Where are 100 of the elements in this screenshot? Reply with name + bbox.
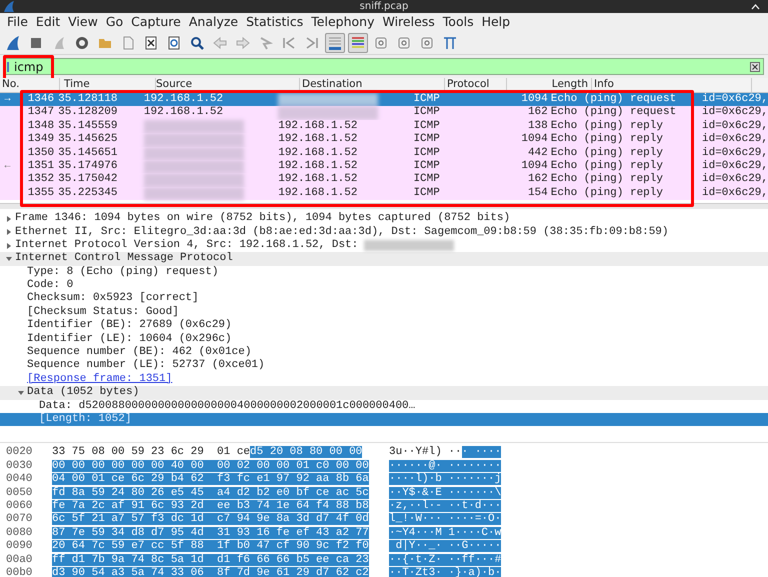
packet-row[interactable]: 1350 35.145651 192.168.1.52 ICMP 442 Echo (ping) reply id=0x6c29, — [0, 146, 768, 160]
column-header[interactable]: Length — [507, 78, 592, 92]
selected-ascii-text: · ···· — [462, 446, 502, 458]
collapsed-arrow-icon[interactable] — [6, 229, 12, 236]
selected-hex-bytes: 6c 5f 21 a7 57 f3 dc 1d c7 94 9e 8a 3d d7 4f 0d — [52, 513, 369, 526]
menu-item[interactable]: Edit — [32, 14, 64, 30]
table-cell-text: Echo (ping) reply — [550, 186, 664, 200]
packet-row[interactable]: 1348 35.145559 192.168.1.52 ICMP 138 Echo (ping) reply id=0x6c29, — [0, 120, 768, 134]
table-cell-text: ICMP — [413, 120, 441, 134]
selected-hex-bytes: fe 7a 2c af 91 6c 93 2d ee b3 74 1e 64 f4 88 b8 — [52, 500, 369, 512]
first-icon — [281, 34, 297, 50]
packet-row[interactable]: ← 1351 35.174976 192.168.1.52 ICMP 1094 Echo (ping) reply id=0x6c29, — [0, 160, 768, 174]
detail-text: Data (1052 bytes) — [27, 386, 140, 400]
column-header[interactable]: Destination — [300, 78, 445, 92]
detail-text: Type: 8 (Echo (ping) request) — [27, 266, 218, 279]
menu-item[interactable]: Analyze — [184, 14, 242, 30]
clear-icon[interactable] — [750, 62, 760, 72]
response-frame-link[interactable]: [Response frame: 1351] — [27, 372, 172, 386]
table-cell-text: 35.225345 — [57, 186, 119, 200]
table-cell: 192.168.1.52 — [144, 93, 224, 106]
table-cell-text: 1094 — [520, 160, 549, 174]
fin-icon — [5, 34, 21, 50]
menu-item[interactable]: Telephony — [307, 14, 378, 30]
column-header[interactable]: Protocol — [445, 78, 507, 92]
table-cell-text: 1355 — [26, 186, 54, 200]
table-cell-text: 1349 — [26, 133, 54, 147]
offset-cell-text: 0080 — [5, 526, 34, 540]
table-cell-text: ICMP — [413, 173, 441, 187]
table-cell: 192.168.1.52 — [278, 133, 358, 147]
table-cell-text: Echo (ping) reply — [550, 133, 664, 147]
menu-item[interactable]: Tools — [438, 14, 478, 30]
column-header[interactable]: No. — [0, 78, 60, 92]
selected-ascii-text: ··T·Zt3· ·}·a)·b· — [389, 566, 502, 577]
back-icon — [212, 34, 228, 50]
selected-hex-bytes: fd 8a 59 24 80 26 e5 45 a4 d2 b2 e0 bf ce ac 5c — [52, 486, 369, 499]
column-header[interactable]: Info — [592, 78, 752, 92]
table-cell-text: 35.128118 — [57, 93, 119, 106]
search-icon — [189, 34, 205, 50]
table-cell-text: 35.145625 — [57, 133, 119, 147]
table-cell: 192.168.1.52 — [278, 146, 358, 160]
offset-cell-text: 00b0 — [5, 566, 34, 577]
menu-item[interactable]: Statistics — [242, 14, 308, 30]
packet-row[interactable]: 1355 35.225345 192.168.1.52 ICMP 154 Echo (ping) reply id=0x6c29, — [0, 186, 768, 200]
forward-icon — [235, 34, 251, 50]
caret-icon[interactable] — [751, 4, 760, 10]
table-cell-text: 35.128209 — [57, 106, 119, 120]
selected-hex-bytes: 20 64 7c 59 e7 cc 5f 88 1f b0 47 cf 90 9c f2 f0 — [52, 540, 369, 552]
offset-cell-text: 0040 — [5, 473, 34, 487]
column-header[interactable]: Source — [156, 78, 300, 92]
collapsed-arrow-icon[interactable] — [6, 242, 12, 249]
detail-text: Checksum: 0x5923 [correct] — [27, 292, 199, 306]
table-cell-text: id=0x6c29, — [701, 93, 768, 106]
menu-item[interactable]: View — [64, 14, 102, 30]
detail-text: Identifier (BE): 27689 (0x6c29) — [27, 319, 232, 333]
fin-icon — [3, 1, 15, 12]
menu-item[interactable]: Go — [102, 14, 128, 30]
table-cell-text: 154 — [526, 186, 549, 200]
packet-row[interactable]: 1349 35.145625 192.168.1.52 ICMP 1094 Echo (ping) reply id=0x6c29, — [0, 133, 768, 147]
table-cell-text: 1350 — [26, 146, 54, 160]
table-cell: 192.168.1.52 — [144, 106, 224, 120]
menu-item[interactable]: Help — [478, 14, 514, 30]
last-icon — [304, 34, 320, 50]
selected-ascii-text: ······@· ········ — [389, 460, 502, 472]
menu-item[interactable]: File — [3, 14, 32, 30]
hex-bytes: 33 75 08 00 59 23 6c 29 01 ce — [52, 446, 250, 458]
table-cell-text: 35.174976 — [57, 160, 119, 174]
toolbar-autoscroll-button[interactable] — [325, 32, 345, 52]
offset-cell-text: 0030 — [5, 460, 34, 474]
table-cell-text: 138 — [526, 120, 549, 134]
table-cell-text: 442 — [526, 146, 549, 160]
menu-item[interactable]: Capture — [127, 14, 185, 30]
selected-ascii-text: ····l)·b ·······j — [389, 473, 502, 486]
table-cell-text: 162 — [526, 106, 549, 120]
expanded-arrow-icon[interactable] — [6, 256, 12, 262]
table-cell-text: 1347 — [26, 106, 54, 120]
table-cell-text: 1346 — [26, 93, 54, 106]
expanded-arrow-icon[interactable] — [18, 390, 24, 396]
table-cell-text: 35.145651 — [57, 146, 119, 160]
table-cell-text: ICMP — [413, 133, 441, 147]
related-packet-marker: → — [4, 94, 10, 105]
selected-hex-bytes: ff d1 7b 9a 74 8c 5a 1d d1 f6 66 66 b5 ee ca 23 — [52, 554, 369, 566]
related-packet-marker: ← — [4, 160, 10, 172]
toolbar-colorize-button[interactable] — [348, 32, 368, 52]
table-cell-text: Echo (ping) reply — [550, 146, 664, 160]
packet-row[interactable]: 1347 35.128209 192.168.1.52 ICMP 162 Echo (ping) request id=0x6c29, — [0, 106, 768, 120]
packet-row[interactable]: 1352 35.175042 192.168.1.52 ICMP 162 Echo (ping) reply id=0x6c29, — [0, 173, 768, 187]
menu-item[interactable]: Wireless — [378, 14, 439, 30]
display-filter-field[interactable]: icmp — [4, 58, 764, 75]
reload-icon — [166, 34, 182, 50]
table-cell: 192.168.1.52 — [278, 120, 358, 134]
table-cell-text: id=0x6c29, — [701, 160, 768, 173]
selected-hex-bytes: 04 00 01 ce 6c 29 b4 62 f3 fc e1 97 92 aa 8b 6a — [52, 473, 369, 486]
table-cell-text: 1351 — [26, 160, 54, 174]
table-cell-text: 162 — [526, 173, 549, 187]
collapsed-arrow-icon[interactable] — [6, 216, 12, 222]
table-cell-text: id=0x6c29, — [701, 146, 768, 160]
packet-row[interactable]: → 1346 35.128118 192.168.1.52 ICMP 1094 Echo (ping) request id=0x6c29, — [0, 93, 768, 106]
table-cell-text: 1352 — [26, 173, 54, 187]
column-header[interactable]: Time — [60, 78, 156, 92]
table-cell-text: ICMP — [413, 160, 441, 174]
